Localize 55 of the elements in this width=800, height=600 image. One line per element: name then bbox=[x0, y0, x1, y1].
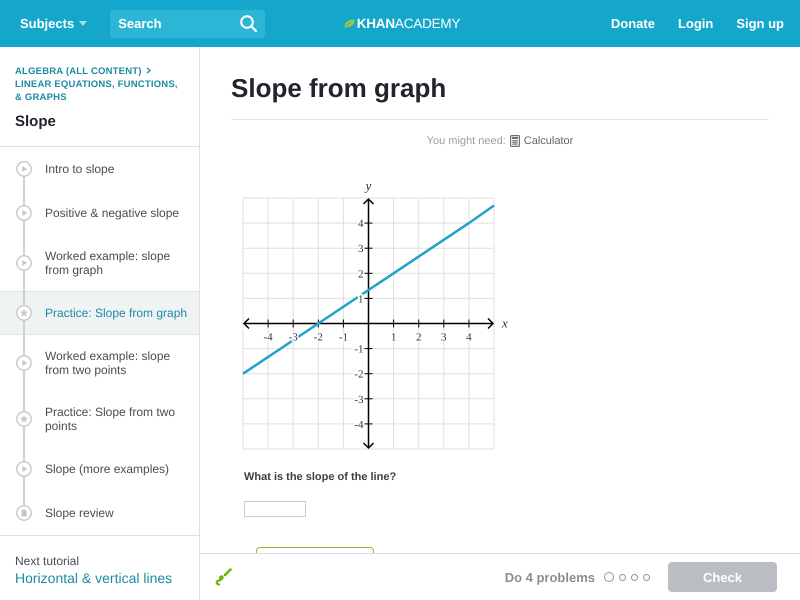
tick-label: 4 bbox=[358, 218, 364, 230]
tick-label: -1 bbox=[338, 332, 348, 344]
lesson-item[interactable]: Worked example: slope from two points bbox=[0, 335, 199, 391]
nav-link[interactable]: Login bbox=[678, 16, 714, 31]
lesson-item[interactable]: Worked example: slope from graph bbox=[0, 235, 199, 291]
question-text: What is the slope of the line? bbox=[244, 470, 396, 485]
squiggle-icon[interactable] bbox=[214, 568, 232, 586]
calculator-icon bbox=[510, 135, 520, 147]
play-icon bbox=[16, 255, 32, 271]
lesson-item[interactable]: Slope review bbox=[0, 491, 199, 535]
calculator-button[interactable]: Calculator bbox=[510, 135, 574, 147]
play-icon bbox=[16, 205, 32, 221]
play-icon bbox=[16, 461, 32, 477]
tick-label: 3 bbox=[358, 243, 364, 256]
lesson-item[interactable]: Intro to slope bbox=[0, 147, 199, 191]
progress-label: Do 4 problems bbox=[504, 570, 595, 584]
exercise-title: Slope from graph bbox=[231, 72, 446, 105]
tick-label: 1 bbox=[390, 332, 396, 344]
breadcrumb-link[interactable]: LINEAR EQUATIONS, FUNCTIONS, & GRAPHS bbox=[15, 78, 183, 104]
tutorial-title: Slope bbox=[15, 112, 57, 132]
answer-field[interactable] bbox=[244, 501, 306, 517]
axis-label: y bbox=[366, 178, 372, 193]
breadcrumb-link[interactable]: ALGEBRA (ALL CONTENT) bbox=[15, 66, 142, 77]
axis-label: x bbox=[502, 316, 508, 330]
leaf-icon[interactable] bbox=[344, 19, 355, 28]
lesson-item[interactable]: Practice: Slope from graph bbox=[0, 291, 199, 335]
chevron-icon bbox=[146, 67, 151, 74]
lesson-item[interactable]: Slope (more examples) bbox=[0, 447, 199, 491]
play-icon bbox=[16, 161, 32, 177]
search-field[interactable]: Search bbox=[110, 10, 266, 38]
tick-label: -1 bbox=[354, 344, 364, 356]
lesson-item[interactable]: Positive & negative slope bbox=[0, 191, 199, 235]
tick-label: -2 bbox=[354, 368, 364, 381]
tick-label: -4 bbox=[264, 332, 273, 344]
tick-label: -2 bbox=[314, 332, 323, 344]
nav-link[interactable]: Sign up bbox=[736, 16, 784, 31]
document-icon bbox=[16, 505, 32, 521]
cut-off-button[interactable] bbox=[256, 547, 374, 553]
next-tutorial-label: Next tutorial bbox=[15, 554, 80, 569]
play-icon bbox=[16, 355, 32, 371]
lesson-item[interactable]: Practice: Slope from two points bbox=[0, 391, 199, 447]
next-tutorial-link[interactable]: Horizontal & vertical lines bbox=[15, 569, 172, 587]
nav-link[interactable]: Donate bbox=[610, 16, 655, 31]
search-icon[interactable] bbox=[240, 15, 258, 32]
tools-prompt: You might need: bbox=[426, 134, 506, 149]
tick-label: 4 bbox=[466, 332, 472, 344]
tick-label: -4 bbox=[354, 418, 364, 431]
caret-icon bbox=[79, 21, 88, 26]
tick-label: 2 bbox=[358, 268, 364, 280]
tick-label: -3 bbox=[354, 394, 364, 406]
tick-label: 3 bbox=[441, 332, 447, 344]
tick-label: 2 bbox=[416, 332, 422, 344]
tick-label: 1 bbox=[358, 293, 364, 306]
subjects-menu[interactable]: Subjects bbox=[20, 16, 88, 31]
logo-text[interactable]: KHANACADEMY bbox=[356, 16, 460, 31]
